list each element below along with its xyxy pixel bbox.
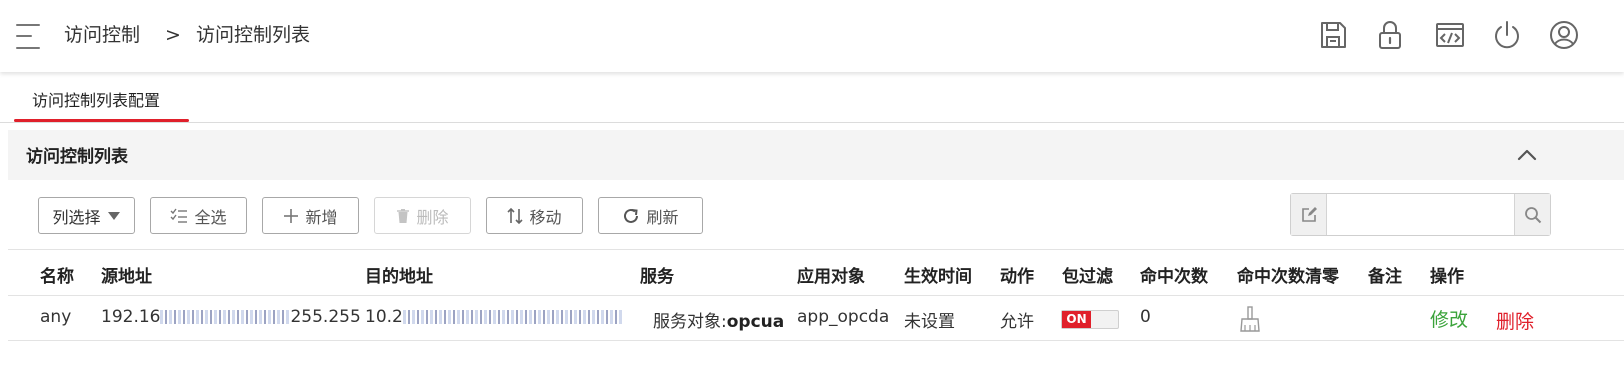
delete-link[interactable]: 删除 xyxy=(1496,307,1534,334)
plus-icon xyxy=(284,208,299,223)
cell-name: any xyxy=(40,307,72,327)
save-icon[interactable] xyxy=(1317,19,1349,51)
move-button[interactable]: 移动 xyxy=(486,197,583,234)
menu-icon[interactable] xyxy=(16,20,42,52)
user-icon[interactable] xyxy=(1548,19,1580,51)
cell-hits: 0 xyxy=(1140,307,1151,327)
source-suffix: 255.255 xyxy=(290,307,361,327)
cell-action: 允许 xyxy=(1000,312,1034,332)
col-header-clear-hits[interactable]: 命中次数清零 xyxy=(1237,262,1339,287)
col-header-filter[interactable]: 包过滤 xyxy=(1062,262,1113,287)
search-input[interactable] xyxy=(1327,194,1506,235)
col-header-app[interactable]: 应用对象 xyxy=(797,262,865,287)
refresh-icon xyxy=(624,208,639,223)
delete-label: 删除 xyxy=(416,207,449,227)
table-top-border xyxy=(8,249,1624,250)
column-select-dropdown[interactable]: 列选择 xyxy=(38,197,135,234)
tab-acl-config[interactable]: 访问控制列表配置 xyxy=(14,78,189,122)
delete-button[interactable]: 删除 xyxy=(374,197,471,234)
sort-arrows-icon xyxy=(507,207,524,224)
breadcrumb-separator: > xyxy=(165,24,181,46)
code-window-icon[interactable] xyxy=(1434,19,1466,51)
power-icon[interactable] xyxy=(1491,19,1523,51)
table-row-border xyxy=(8,340,1624,341)
col-header-service[interactable]: 服务 xyxy=(640,262,674,287)
col-header-operation: 操作 xyxy=(1430,267,1464,287)
cell-app: app_opcda xyxy=(797,307,890,327)
breadcrumb-root[interactable]: 访问控制 xyxy=(64,22,140,48)
lock-icon[interactable] xyxy=(1374,19,1406,51)
panel-header: 访问控制列表 xyxy=(8,130,1624,180)
dest-prefix: 10.2 xyxy=(365,307,403,327)
source-prefix: 192.16 xyxy=(101,307,161,327)
tabs-divider xyxy=(0,122,1624,123)
search-box xyxy=(1290,193,1551,236)
select-all-button[interactable]: 全选 xyxy=(150,197,247,234)
broom-icon[interactable] xyxy=(1238,306,1262,332)
trash-icon xyxy=(397,208,410,223)
search-icon[interactable] xyxy=(1514,194,1550,235)
select-all-label: 全选 xyxy=(194,207,227,227)
refresh-label: 刷新 xyxy=(646,207,679,227)
redacted-mask xyxy=(160,310,291,324)
cell-time: 未设置 xyxy=(904,312,955,332)
add-button[interactable]: 新增 xyxy=(262,197,359,234)
col-header-name[interactable]: 名称 xyxy=(40,262,74,287)
redacted-mask xyxy=(402,310,623,324)
packet-filter-toggle[interactable]: ON xyxy=(1061,310,1119,329)
col-header-source[interactable]: 源地址 xyxy=(101,262,152,287)
toggle-on-label: ON xyxy=(1062,311,1091,328)
add-label: 新增 xyxy=(305,207,338,227)
panel-title: 访问控制列表 xyxy=(26,147,128,167)
caret-down-icon xyxy=(107,211,120,220)
table-header-border xyxy=(8,295,1624,296)
col-header-remark[interactable]: 备注 xyxy=(1368,262,1402,287)
checklist-icon xyxy=(170,208,188,223)
breadcrumb-current: 访问控制列表 xyxy=(196,24,311,46)
refresh-button[interactable]: 刷新 xyxy=(598,197,703,234)
cell-source: 192.16 255.255 xyxy=(101,307,361,327)
service-value: opcua xyxy=(726,312,785,332)
cell-service: 服务对象:opcua xyxy=(653,307,784,332)
col-header-hits[interactable]: 命中次数 xyxy=(1140,262,1208,287)
col-header-action[interactable]: 动作 xyxy=(1000,262,1034,287)
edit-icon xyxy=(1291,194,1327,235)
tab-label: 访问控制列表配置 xyxy=(32,91,161,110)
cell-dest: 10.2 xyxy=(365,307,623,327)
column-select-label: 列选择 xyxy=(52,207,101,227)
col-header-dest[interactable]: 目的地址 xyxy=(365,262,433,287)
col-header-time[interactable]: 生效时间 xyxy=(904,262,972,287)
service-label: 服务对象: xyxy=(653,312,727,332)
edit-link[interactable]: 修改 xyxy=(1430,305,1468,332)
top-header: 访问控制 > 访问控制列表 xyxy=(0,0,1624,72)
chevron-up-icon[interactable] xyxy=(1514,142,1540,168)
move-label: 移动 xyxy=(529,207,562,227)
